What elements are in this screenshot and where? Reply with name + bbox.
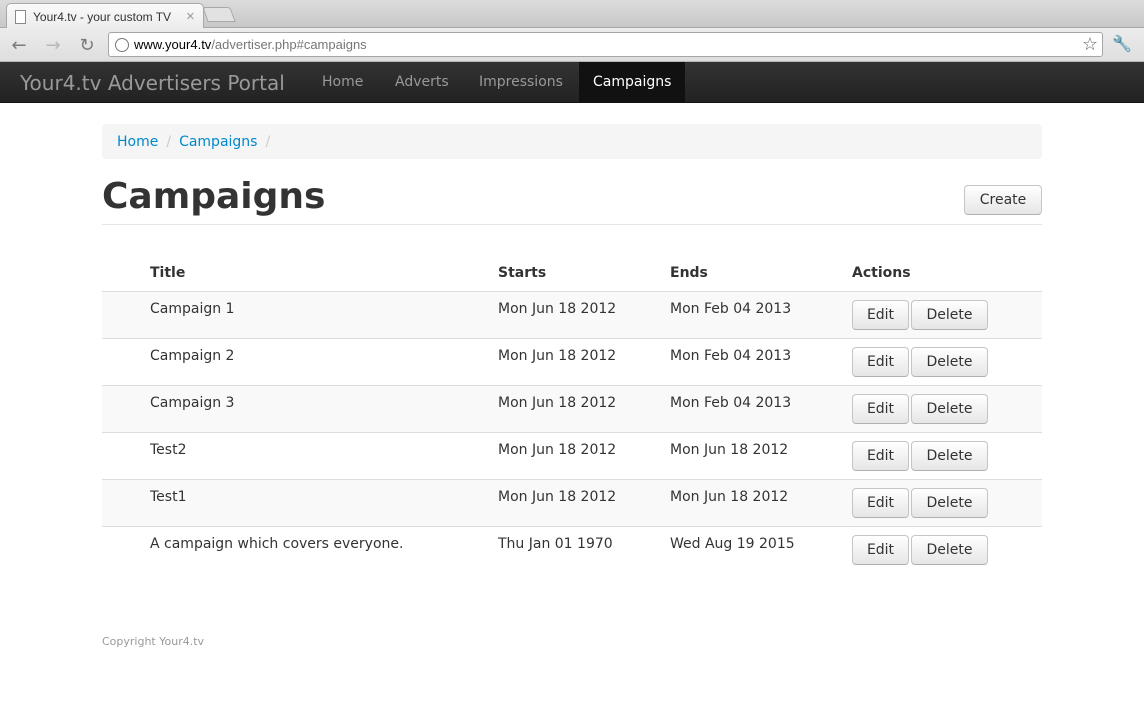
browser-tabstrip: Your4.tv - your custom TV ✕ bbox=[0, 0, 1144, 29]
campaign-title: Test1 bbox=[102, 478, 498, 526]
campaign-starts: Mon Jun 18 2012 bbox=[498, 290, 670, 338]
table-row: Test2 Mon Jun 18 2012 Mon Jun 18 2012 Ed… bbox=[102, 431, 1042, 479]
table-row: Campaign 1 Mon Jun 18 2012 Mon Feb 04 20… bbox=[102, 290, 1042, 338]
delete-button[interactable]: Delete bbox=[911, 393, 988, 424]
campaign-title: Test2 bbox=[102, 431, 498, 479]
campaigns-table: Title Starts Ends Actions Campaign 1 Mon… bbox=[102, 258, 1042, 573]
campaign-title: Campaign 3 bbox=[102, 384, 498, 432]
column-header-title: Title bbox=[150, 265, 186, 282]
row-actions: Edit Delete bbox=[852, 525, 1042, 573]
table-header-row: Title Starts Ends Actions bbox=[102, 258, 1042, 291]
forward-arrow-icon[interactable]: → bbox=[41, 33, 65, 57]
new-tab-button[interactable] bbox=[202, 7, 236, 22]
edit-button[interactable]: Edit bbox=[852, 440, 909, 471]
campaign-ends: Mon Feb 04 2013 bbox=[670, 337, 852, 385]
browser-toolbar: ← → ↻ www.your4.tv/advertiser.php#campai… bbox=[0, 28, 1144, 62]
edit-button[interactable]: Edit bbox=[852, 346, 909, 377]
table-row: Test1 Mon Jun 18 2012 Mon Jun 18 2012 Ed… bbox=[102, 478, 1042, 526]
bookmark-star-icon[interactable]: ☆ bbox=[1082, 34, 1098, 55]
edit-button[interactable]: Edit bbox=[852, 299, 909, 330]
nav-item-adverts[interactable]: Adverts bbox=[381, 62, 463, 102]
campaign-starts: Mon Jun 18 2012 bbox=[498, 384, 670, 432]
row-actions: Edit Delete bbox=[852, 290, 1042, 338]
edit-button[interactable]: Edit bbox=[852, 487, 909, 518]
page-icon bbox=[15, 9, 26, 24]
row-actions: Edit Delete bbox=[852, 337, 1042, 385]
delete-button[interactable]: Delete bbox=[911, 534, 988, 565]
row-actions: Edit Delete bbox=[852, 384, 1042, 432]
browser-tab[interactable]: Your4.tv - your custom TV ✕ bbox=[6, 3, 204, 29]
reload-icon[interactable]: ↻ bbox=[75, 33, 99, 57]
row-actions: Edit Delete bbox=[852, 431, 1042, 479]
nav-item-home[interactable]: Home bbox=[308, 62, 377, 102]
breadcrumb-divider: / bbox=[265, 133, 271, 150]
table-row: Campaign 3 Mon Jun 18 2012 Mon Feb 04 20… bbox=[102, 384, 1042, 432]
nav-item-impressions[interactable]: Impressions bbox=[465, 62, 577, 102]
header-divider bbox=[102, 224, 1042, 225]
table-row: A campaign which covers everyone. Thu Ja… bbox=[102, 525, 1042, 573]
column-header-starts: Starts bbox=[498, 265, 547, 282]
url-path: /advertiser.php#campaigns bbox=[211, 37, 367, 52]
app-navbar: Your4.tv Advertisers Portal Home Adverts… bbox=[0, 62, 1144, 103]
create-button[interactable]: Create bbox=[964, 185, 1042, 215]
campaign-title: Campaign 1 bbox=[102, 290, 498, 338]
campaign-ends: Mon Jun 18 2012 bbox=[670, 478, 852, 526]
campaign-starts: Mon Jun 18 2012 bbox=[498, 478, 670, 526]
wrench-menu-icon[interactable]: 🔧 bbox=[1112, 34, 1132, 53]
breadcrumb: Home / Campaigns / bbox=[102, 124, 1042, 159]
close-icon[interactable]: ✕ bbox=[186, 10, 195, 23]
campaign-ends: Mon Jun 18 2012 bbox=[670, 431, 852, 479]
campaign-starts: Mon Jun 18 2012 bbox=[498, 431, 670, 479]
campaign-starts: Thu Jan 01 1970 bbox=[498, 525, 670, 573]
breadcrumb-divider: / bbox=[166, 133, 172, 150]
brand-title[interactable]: Your4.tv Advertisers Portal bbox=[20, 71, 285, 95]
delete-button[interactable]: Delete bbox=[911, 299, 988, 330]
breadcrumb-home[interactable]: Home bbox=[117, 134, 158, 150]
delete-button[interactable]: Delete bbox=[911, 487, 988, 518]
campaign-ends: Mon Feb 04 2013 bbox=[670, 290, 852, 338]
column-header-ends: Ends bbox=[670, 265, 708, 282]
page-title: Campaigns bbox=[102, 176, 326, 217]
delete-button[interactable]: Delete bbox=[911, 440, 988, 471]
delete-button[interactable]: Delete bbox=[911, 346, 988, 377]
footer-copyright: Copyright Your4.tv bbox=[102, 635, 205, 648]
globe-icon bbox=[115, 37, 129, 52]
campaign-title: Campaign 2 bbox=[102, 337, 498, 385]
edit-button[interactable]: Edit bbox=[852, 534, 909, 565]
row-actions: Edit Delete bbox=[852, 478, 1042, 526]
campaign-ends: Wed Aug 19 2015 bbox=[670, 525, 852, 573]
edit-button[interactable]: Edit bbox=[852, 393, 909, 424]
nav-item-campaigns[interactable]: Campaigns bbox=[579, 62, 686, 102]
campaign-starts: Mon Jun 18 2012 bbox=[498, 337, 670, 385]
campaign-title: A campaign which covers everyone. bbox=[102, 525, 498, 573]
breadcrumb-campaigns[interactable]: Campaigns bbox=[179, 134, 257, 150]
table-row: Campaign 2 Mon Jun 18 2012 Mon Feb 04 20… bbox=[102, 337, 1042, 385]
campaign-ends: Mon Feb 04 2013 bbox=[670, 384, 852, 432]
column-header-actions: Actions bbox=[852, 265, 911, 282]
back-arrow-icon[interactable]: ← bbox=[7, 33, 31, 57]
address-bar[interactable]: www.your4.tv/advertiser.php#campaigns ☆ bbox=[108, 32, 1103, 57]
url-host: www.your4.tv bbox=[134, 37, 212, 52]
browser-tab-title: Your4.tv - your custom TV bbox=[33, 9, 172, 24]
